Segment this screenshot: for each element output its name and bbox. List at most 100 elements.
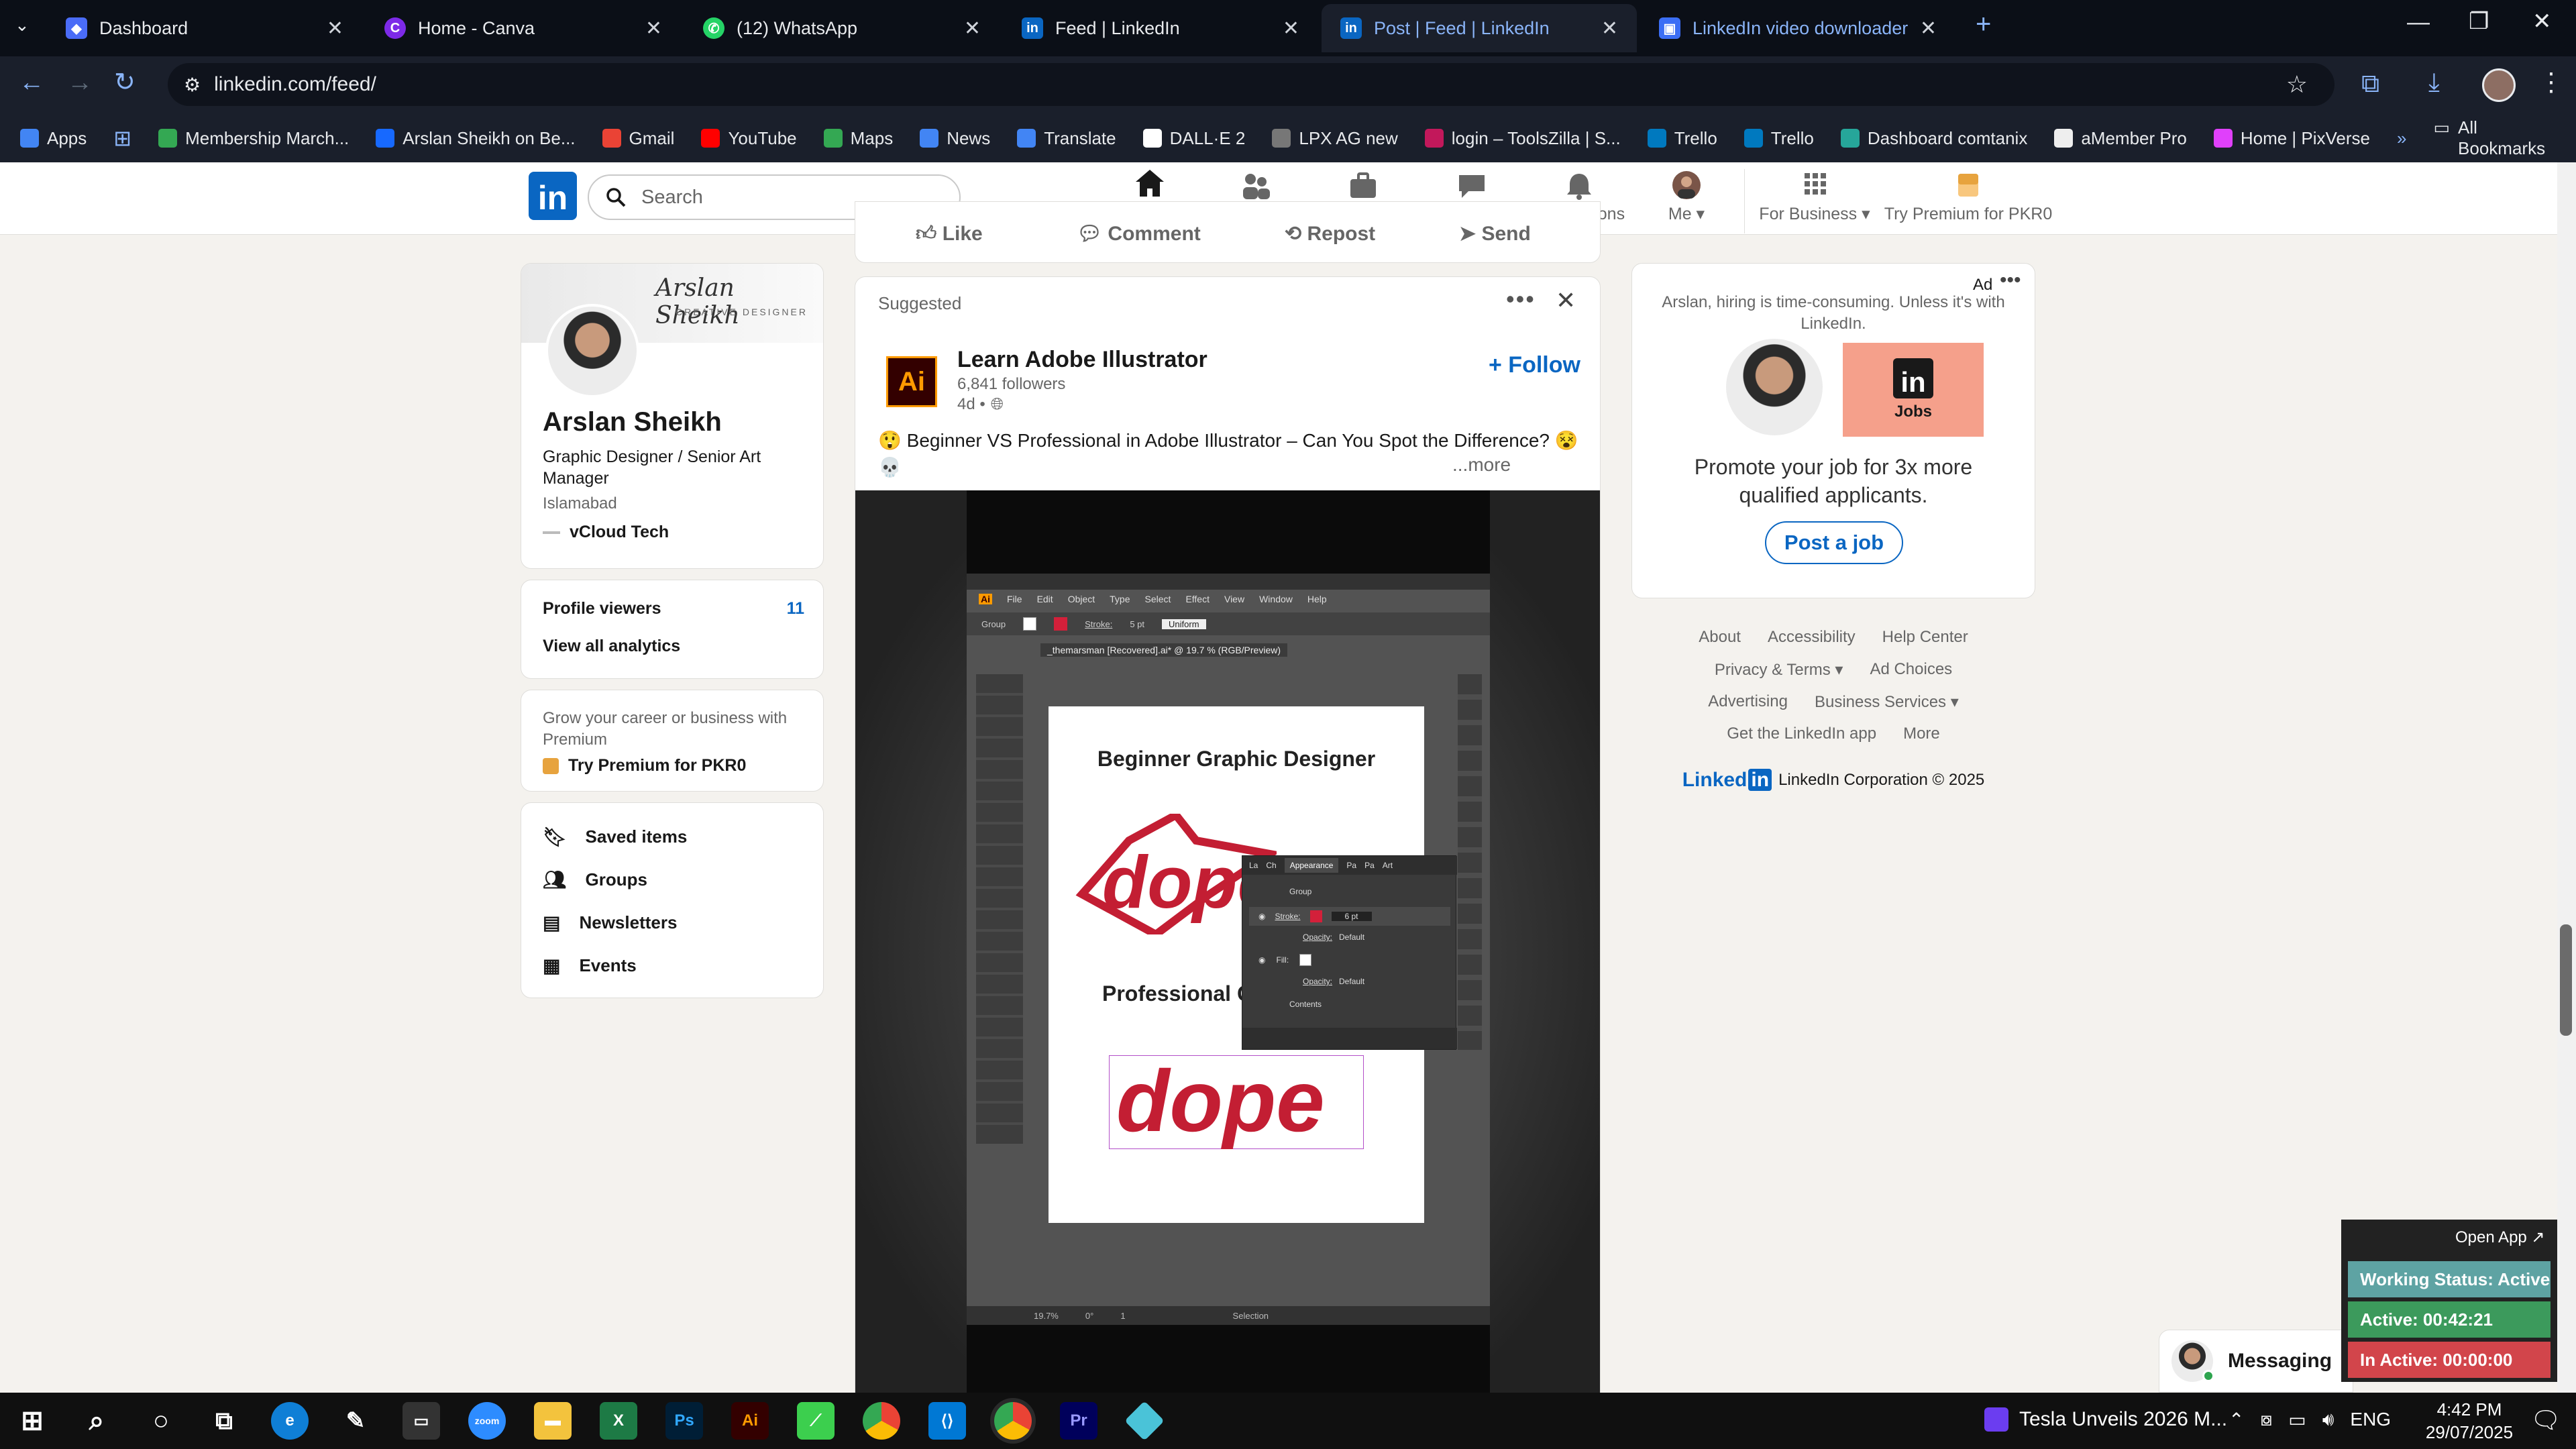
bookmark-item[interactable]: YouTube [701, 128, 797, 149]
bookmark-star-icon[interactable]: ☆ [2286, 70, 2308, 99]
bookmark-item[interactable]: News [920, 128, 990, 149]
network-tray-icon[interactable]: ▭ [2288, 1409, 2306, 1431]
cortana-icon[interactable]: ○ [142, 1402, 180, 1440]
view-analytics-link[interactable]: View all analytics [543, 637, 680, 656]
comment-button[interactable]: 💬︎ Comment [1077, 222, 1201, 246]
nav-for-business[interactable]: For Business ▾ [1758, 169, 1872, 233]
open-app-button[interactable]: Open App ↗ [2455, 1228, 2545, 1247]
bookmark-item[interactable]: Trello [1743, 128, 1814, 149]
chevron-right-icon[interactable]: » [2397, 128, 2406, 149]
bookmark-item[interactable]: Gmail [602, 128, 674, 149]
bookmark-item[interactable]: DALL·E 2 [1142, 128, 1245, 149]
nav-me[interactable]: Me ▾ [1633, 169, 1740, 233]
footer-business-services-link[interactable]: Business Services ▾ [1815, 692, 1959, 712]
terminal-app-icon[interactable]: ▭ [402, 1402, 440, 1440]
premiere-app-icon[interactable]: Pr [1060, 1402, 1097, 1440]
tracker-app-icon[interactable] [1124, 1401, 1165, 1441]
downloads-icon[interactable]: ⤓ [2428, 68, 2440, 97]
forward-button[interactable]: → [67, 68, 93, 97]
profile-avatar[interactable] [2482, 68, 2516, 102]
green-app-icon[interactable]: ⟋ [797, 1402, 835, 1440]
linkedin-logo-icon[interactable]: in [529, 172, 577, 220]
appearance-fill-row[interactable]: ◉ Fill: [1258, 954, 1312, 966]
close-icon[interactable]: ✕ [964, 17, 981, 40]
bookmark-item[interactable]: Home | PixVerse [2213, 128, 2370, 149]
post-menu-icon[interactable]: ••• [1506, 285, 1536, 313]
footer-accessibility-link[interactable]: Accessibility [1768, 628, 1856, 647]
ad-menu-icon[interactable]: ••• [2000, 269, 2021, 292]
bookmark-item[interactable]: Translate [1017, 128, 1116, 149]
excel-app-icon[interactable]: X [600, 1402, 637, 1440]
zoom-app-icon[interactable]: zoom [468, 1402, 506, 1440]
search-taskbar-icon[interactable]: ⌕ [78, 1402, 115, 1440]
site-info-icon[interactable]: ⚙ [184, 74, 201, 96]
bookmark-item[interactable]: Dashboard comtanix [1840, 128, 2027, 149]
bookmark-item[interactable]: aMember Pro [2054, 128, 2187, 149]
footer-advertising-link[interactable]: Advertising [1708, 692, 1788, 712]
see-more-link[interactable]: ...more [1452, 454, 1511, 476]
close-icon[interactable]: ✕ [1601, 17, 1618, 40]
bookmark-item[interactable]: login – ToolsZilla | S... [1424, 128, 1621, 149]
back-button[interactable]: ← [19, 68, 44, 97]
profile-name[interactable]: Arslan Sheikh [543, 407, 722, 437]
close-icon[interactable]: ✕ [1920, 17, 1937, 40]
edge-app-icon[interactable]: e [271, 1402, 309, 1440]
tab-dashboard[interactable]: ◆ Dashboard ✕ [47, 4, 362, 52]
browser-menu-icon[interactable]: ⋮ [2538, 67, 2564, 97]
volume-icon[interactable]: 🔊︎ [2322, 1409, 2334, 1431]
tab-video-downloader[interactable]: ▣ LinkedIn video downloader • G ✕ [1640, 4, 1955, 52]
illustrator-app-icon[interactable]: Ai [731, 1402, 769, 1440]
pen-app-icon[interactable]: ✎ [337, 1402, 374, 1440]
profile-company[interactable]: vCloud Tech [543, 523, 669, 542]
meet-icon[interactable]: ⧇ [2260, 1409, 2272, 1431]
like-button[interactable]: 👍︎ Like [916, 222, 983, 246]
tab-canva[interactable]: C Home - Canva ✕ [366, 4, 681, 52]
tab-groups-icon[interactable]: ⊞ [113, 125, 131, 151]
maximize-button[interactable]: ❐ [2469, 8, 2489, 35]
bookmark-item[interactable]: Membership March... [158, 128, 349, 149]
saved-items-link[interactable]: 🔖︎ Saved items [543, 826, 687, 848]
language-indicator[interactable]: ENG [2350, 1409, 2391, 1431]
close-window-button[interactable]: ✕ [2532, 8, 2552, 35]
bookmark-item[interactable]: Apps [20, 128, 87, 149]
tab-linkedin-post[interactable]: in Post | Feed | LinkedIn ✕ [1322, 4, 1637, 52]
close-icon[interactable]: ✕ [327, 17, 343, 40]
footer-app-link[interactable]: Get the LinkedIn app [1727, 724, 1876, 743]
tab-whatsapp[interactable]: ✆ (12) WhatsApp ✕ [684, 4, 1000, 52]
clock[interactable]: 4:42 PM 29/07/2025 [2419, 1398, 2520, 1444]
notification-center-icon[interactable]: 🗨︎ [2530, 1406, 2561, 1434]
bookmark-item[interactable]: Maps [823, 128, 893, 149]
author-name[interactable]: Learn Adobe Illustrator [957, 347, 1208, 373]
tab-linkedin-feed[interactable]: in Feed | LinkedIn ✕ [1003, 4, 1318, 52]
tab-search-button[interactable]: ⌄ [15, 15, 30, 36]
premium-link[interactable]: Try Premium for PKR0 [543, 756, 746, 775]
groups-link[interactable]: 👥︎ Groups [543, 869, 647, 891]
send-button[interactable]: ➤ Send [1459, 222, 1531, 246]
dismiss-post-icon[interactable]: ✕ [1556, 286, 1576, 315]
close-icon[interactable]: ✕ [1283, 17, 1299, 40]
footer-about-link[interactable]: About [1699, 628, 1741, 647]
footer-more-link[interactable]: More [1903, 724, 1940, 743]
chevron-up-icon[interactable]: ⌃ [2229, 1409, 2244, 1431]
close-icon[interactable]: ✕ [645, 17, 662, 40]
chrome-app-icon[interactable] [863, 1402, 900, 1440]
new-tab-button[interactable]: + [1976, 9, 1991, 40]
page-scrollbar[interactable] [2557, 162, 2576, 1393]
post-job-button[interactable]: Post a job [1765, 521, 1903, 564]
bookmark-item[interactable]: LPX AG new [1272, 128, 1398, 149]
minimize-button[interactable]: — [2407, 9, 2430, 36]
appearance-stroke-row[interactable]: ◉ Stroke: 6 pt [1249, 907, 1450, 926]
footer-ad-choices-link[interactable]: Ad Choices [1870, 660, 1952, 680]
news-widget[interactable]: Tesla Unveils 2026 M... [1984, 1407, 2227, 1432]
messaging-bar[interactable]: Messaging [2159, 1330, 2353, 1393]
bookmark-item[interactable]: Arslan Sheikh on Be... [376, 128, 576, 149]
reload-button[interactable]: ↻ [114, 67, 136, 97]
events-link[interactable]: ▦ Events [543, 955, 637, 977]
repost-button[interactable]: ⟲ Repost [1285, 222, 1375, 246]
all-bookmarks-link[interactable]: ▭ All Bookmarks [2433, 117, 2553, 159]
profile-viewers[interactable]: Profile viewers 11 [543, 599, 804, 619]
footer-privacy-link[interactable]: Privacy & Terms ▾ [1715, 660, 1843, 680]
photoshop-app-icon[interactable]: Ps [665, 1402, 703, 1440]
author-logo-icon[interactable]: Ai [886, 356, 937, 407]
bookmark-item[interactable]: Trello [1647, 128, 1717, 149]
